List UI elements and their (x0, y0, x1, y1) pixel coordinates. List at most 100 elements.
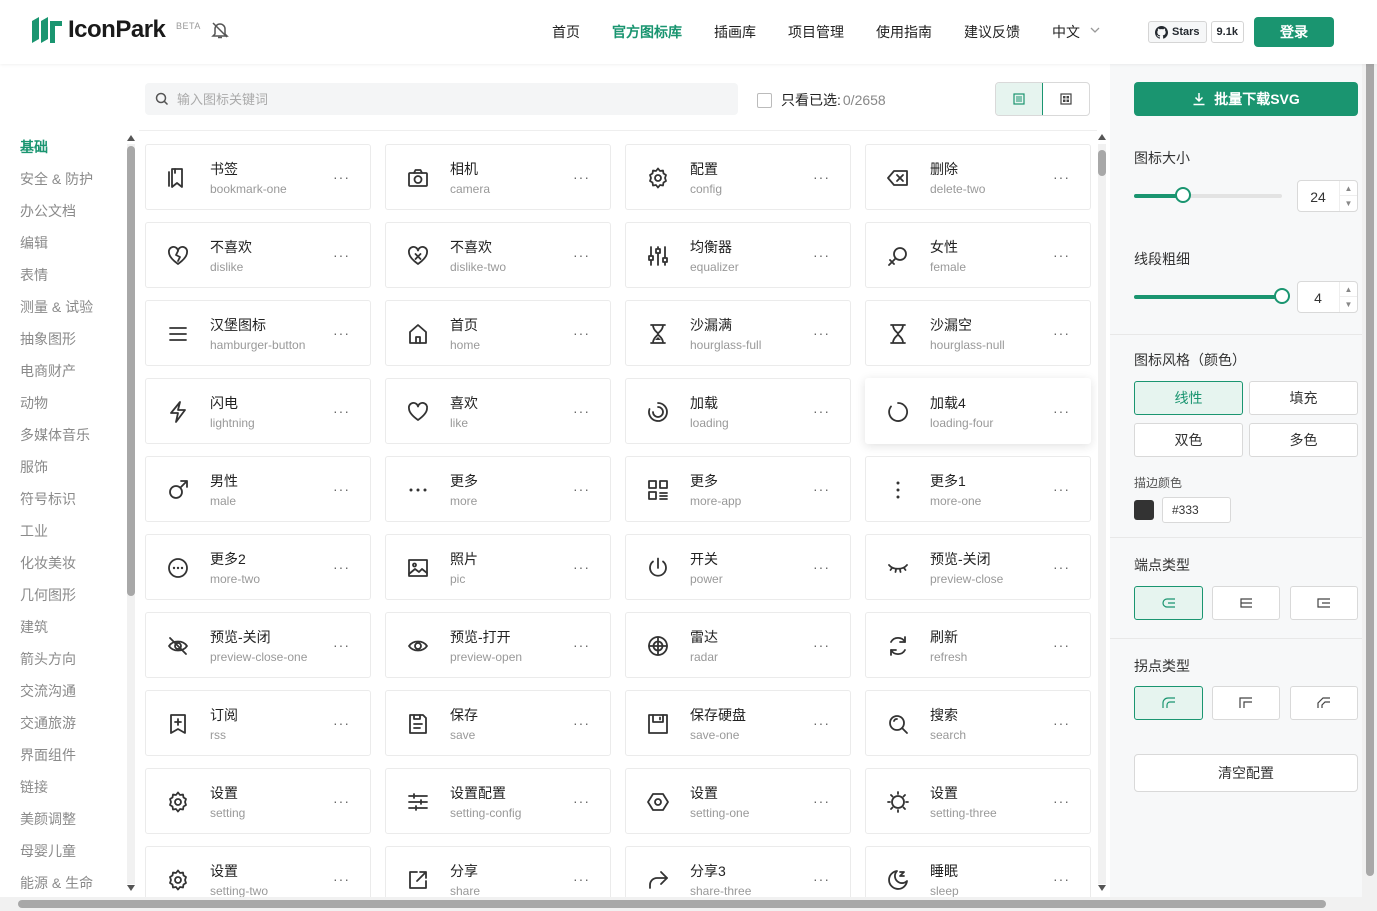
icon-card[interactable]: 首页 home ··· (385, 300, 611, 366)
page-scroll-thumb[interactable] (1366, 18, 1374, 876)
card-more-icon[interactable]: ··· (813, 638, 830, 652)
icon-card[interactable]: 保存硬盘 save-one ··· (625, 690, 851, 756)
icon-card[interactable]: 相机 camera ··· (385, 144, 611, 210)
join-miter-option[interactable] (1212, 686, 1280, 720)
icon-card[interactable]: 开关 power ··· (625, 534, 851, 600)
icon-card[interactable]: 保存 save ··· (385, 690, 611, 756)
icon-card[interactable]: 睡眠 sleep ··· (865, 846, 1091, 897)
icon-card[interactable]: 男性 male ··· (145, 456, 371, 522)
category-item[interactable]: 安全 & 防护 (20, 169, 93, 189)
category-item[interactable]: 办公文档 (20, 201, 76, 221)
category-item[interactable]: 化妆美妆 (20, 553, 76, 573)
card-more-icon[interactable]: ··· (1053, 872, 1070, 886)
icon-card[interactable]: 书签 bookmark-one ··· (145, 144, 371, 210)
card-more-icon[interactable]: ··· (573, 170, 590, 184)
card-more-icon[interactable]: ··· (1053, 716, 1070, 730)
stroke-color-swatch[interactable] (1134, 500, 1154, 520)
icon-card[interactable]: 女性 female ··· (865, 222, 1091, 288)
icon-card[interactable]: 配置 config ··· (625, 144, 851, 210)
card-more-icon[interactable]: ··· (573, 716, 590, 730)
icon-card[interactable]: 设置 setting ··· (145, 768, 371, 834)
icon-card[interactable]: 更多 more ··· (385, 456, 611, 522)
icon-card[interactable]: 设置配置 setting-config ··· (385, 768, 611, 834)
icon-size-value[interactable]: 24 (1298, 189, 1338, 205)
card-more-icon[interactable]: ··· (1053, 404, 1070, 418)
clear-config-button[interactable]: 清空配置 (1134, 754, 1358, 792)
category-item[interactable]: 能源 & 生命 (20, 873, 93, 893)
icon-card[interactable]: 设置 setting-three ··· (865, 768, 1091, 834)
grid-scroll-up[interactable] (1098, 134, 1106, 140)
icon-card[interactable]: 分享3 share-three ··· (625, 846, 851, 897)
logo[interactable]: IconPark (32, 16, 166, 44)
icon-card[interactable]: 闪电 lightning ··· (145, 378, 371, 444)
icon-size-slider[interactable] (1134, 187, 1282, 203)
category-scroll-down[interactable] (127, 885, 135, 891)
category-item[interactable]: 基础 (20, 137, 48, 157)
grid-scrollbar[interactable] (1098, 144, 1106, 884)
card-more-icon[interactable]: ··· (813, 248, 830, 262)
icon-card[interactable]: 沙漏空 hourglass-null ··· (865, 300, 1091, 366)
category-item[interactable]: 界面组件 (20, 745, 76, 765)
nav-guide[interactable]: 使用指南 (876, 22, 932, 42)
icon-card[interactable]: 加载4 loading-four ··· (865, 378, 1091, 444)
card-more-icon[interactable]: ··· (813, 560, 830, 574)
category-item[interactable]: 几何图形 (20, 585, 76, 605)
login-button[interactable]: 登录 (1254, 17, 1334, 47)
card-more-icon[interactable]: ··· (573, 638, 590, 652)
category-item[interactable]: 抽象图形 (20, 329, 76, 349)
category-item[interactable]: 母婴儿童 (20, 841, 76, 861)
category-item[interactable]: 链接 (20, 777, 48, 797)
category-scrollbar[interactable] (127, 144, 135, 884)
card-more-icon[interactable]: ··· (333, 716, 350, 730)
icon-card[interactable]: 搜索 search ··· (865, 690, 1091, 756)
join-round-option[interactable] (1134, 686, 1203, 720)
horizontal-scrollbar[interactable] (0, 897, 1362, 911)
card-more-icon[interactable]: ··· (573, 872, 590, 886)
grid-view-button[interactable] (1043, 83, 1089, 115)
card-more-icon[interactable]: ··· (573, 404, 590, 418)
stroke-width-stepper[interactable]: 4 ▲ ▼ (1297, 281, 1358, 313)
icon-card[interactable]: 更多 more-app ··· (625, 456, 851, 522)
card-more-icon[interactable]: ··· (333, 404, 350, 418)
card-more-icon[interactable]: ··· (333, 560, 350, 574)
icon-card[interactable]: 喜欢 like ··· (385, 378, 611, 444)
only-selected-checkbox[interactable] (757, 92, 772, 108)
nav-projects[interactable]: 项目管理 (788, 22, 844, 42)
category-item[interactable]: 符号标识 (20, 489, 76, 509)
icon-card[interactable]: 分享 share ··· (385, 846, 611, 897)
icon-card[interactable]: 设置 setting-one ··· (625, 768, 851, 834)
card-more-icon[interactable]: ··· (813, 716, 830, 730)
card-more-icon[interactable]: ··· (1053, 170, 1070, 184)
category-item[interactable]: 编辑 (20, 233, 48, 253)
category-scroll-up[interactable] (127, 135, 135, 141)
icon-card[interactable]: 删除 delete-two ··· (865, 144, 1091, 210)
card-more-icon[interactable]: ··· (573, 482, 590, 496)
card-more-icon[interactable]: ··· (573, 560, 590, 574)
card-more-icon[interactable]: ··· (813, 482, 830, 496)
notification-off-icon[interactable] (210, 20, 230, 40)
card-more-icon[interactable]: ··· (813, 872, 830, 886)
card-more-icon[interactable]: ··· (1053, 326, 1070, 340)
category-item[interactable]: 交通旅游 (20, 713, 76, 733)
icon-card[interactable]: 雷达 radar ··· (625, 612, 851, 678)
icon-card[interactable]: 不喜欢 dislike ··· (145, 222, 371, 288)
cap-square-option[interactable] (1290, 586, 1358, 620)
icon-card[interactable]: 照片 pic ··· (385, 534, 611, 600)
category-item[interactable]: 电商财产 (20, 361, 76, 381)
card-more-icon[interactable]: ··· (573, 794, 590, 808)
nav-official-icons[interactable]: 官方图标库 (612, 22, 682, 42)
icon-card[interactable]: 加载 loading ··· (625, 378, 851, 444)
category-item[interactable]: 交流沟通 (20, 681, 76, 701)
only-selected-filter[interactable]: 只看已选: 0/2658 (757, 90, 886, 110)
card-more-icon[interactable]: ··· (813, 326, 830, 340)
category-item[interactable]: 建筑 (20, 617, 48, 637)
icon-size-increment[interactable]: ▲ (1339, 181, 1357, 196)
style-filled-option[interactable]: 填充 (1249, 381, 1358, 415)
icon-card[interactable]: 沙漏满 hourglass-full ··· (625, 300, 851, 366)
cap-butt-option[interactable] (1212, 586, 1280, 620)
card-more-icon[interactable]: ··· (1053, 638, 1070, 652)
card-more-icon[interactable]: ··· (813, 794, 830, 808)
category-scroll-thumb[interactable] (127, 146, 135, 596)
card-more-icon[interactable]: ··· (813, 404, 830, 418)
stroke-width-increment[interactable]: ▲ (1339, 282, 1357, 297)
